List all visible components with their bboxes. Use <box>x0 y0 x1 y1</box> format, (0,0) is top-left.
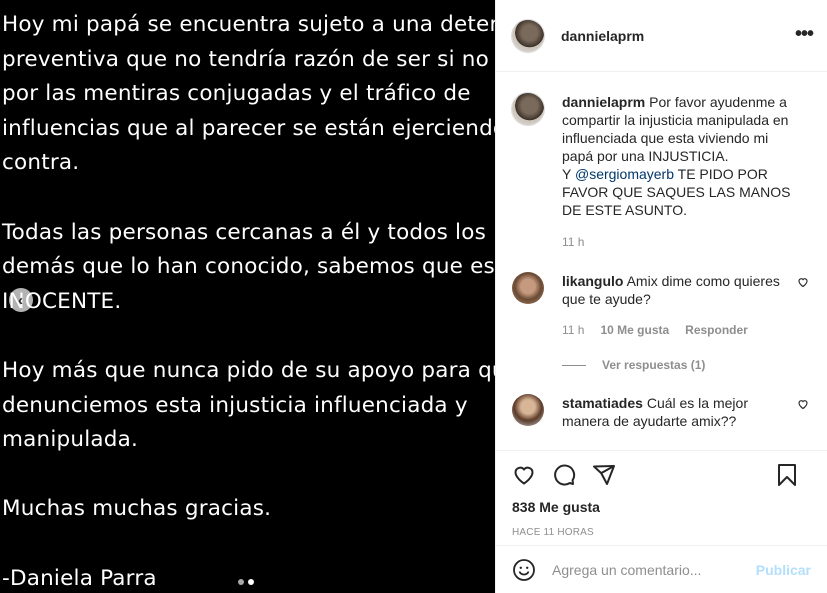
post-image-text: Hoy mi papá se encuentra sujeto a una de… <box>2 12 495 591</box>
commenter-avatar[interactable] <box>512 272 544 304</box>
commenter-avatar[interactable] <box>512 394 544 426</box>
carousel-dot <box>238 579 244 585</box>
reply-button[interactable]: Responder <box>685 321 748 339</box>
publish-button[interactable]: Publicar <box>756 562 811 578</box>
heart-outline-icon[interactable] <box>797 398 809 410</box>
likes-count[interactable]: 838 Me gusta <box>512 499 811 515</box>
caption: dannielaprm Por favor ayudenme a compart… <box>512 93 811 251</box>
post-actions: 838 Me gusta HACE 11 HORAS <box>496 450 827 538</box>
carousel-indicator <box>238 579 254 585</box>
emoji-icon[interactable] <box>512 558 536 582</box>
comments-list: dannielaprm Por favor ayudenme a compart… <box>496 73 827 450</box>
comment-text: stamatiades Cuál es la mejor manera de a… <box>562 394 792 430</box>
comment-username[interactable]: stamatiades <box>562 395 643 411</box>
comment-username[interactable]: likangulo <box>562 273 623 289</box>
heart-icon[interactable] <box>512 463 536 487</box>
post-sidebar: dannielaprm ••• dannielaprm Por favor ay… <box>495 0 827 593</box>
comment-item: stamatiades Cuál es la mejor manera de a… <box>512 394 811 430</box>
caption-time[interactable]: 11 h <box>562 233 584 251</box>
replies-divider <box>562 364 586 366</box>
caption-text-part-2-prefix: Y <box>562 166 575 182</box>
heart-outline-icon[interactable] <box>797 276 809 288</box>
chevron-left-icon: ‹ <box>18 291 23 309</box>
post-header: dannielaprm ••• <box>496 0 827 72</box>
previous-image-button[interactable]: ‹ <box>9 288 33 312</box>
comment-time[interactable]: 11 h <box>562 321 584 339</box>
post-media: Hoy mi papá se encuentra sujeto a una de… <box>0 0 495 593</box>
author-avatar[interactable] <box>512 19 544 52</box>
more-horizontal-icon[interactable]: ••• <box>795 24 814 44</box>
view-replies-button[interactable]: Ver respuestas (1) <box>562 358 811 372</box>
caption-text: dannielaprm Por favor ayudenme a compart… <box>562 93 792 219</box>
caption-avatar[interactable] <box>512 93 544 125</box>
carousel-dot-active <box>248 579 254 585</box>
add-comment-bar: Publicar <box>496 545 827 593</box>
post-timestamp[interactable]: HACE 11 HORAS <box>512 527 811 538</box>
comment-item: likangulo Amix dime como quieres que te … <box>512 272 811 339</box>
comment-icon[interactable] <box>552 463 576 487</box>
author-username[interactable]: dannielaprm <box>561 28 644 44</box>
share-icon[interactable] <box>592 463 616 487</box>
comment-input[interactable] <box>552 561 756 578</box>
comment-text: likangulo Amix dime como quieres que te … <box>562 272 792 308</box>
comment-likes[interactable]: 10 Me gusta <box>600 321 669 339</box>
caption-username[interactable]: dannielaprm <box>562 94 645 110</box>
caption-mention[interactable]: @sergiomayerb <box>575 166 674 182</box>
view-replies-label[interactable]: Ver respuestas (1) <box>602 358 705 372</box>
bookmark-icon[interactable] <box>775 463 799 487</box>
